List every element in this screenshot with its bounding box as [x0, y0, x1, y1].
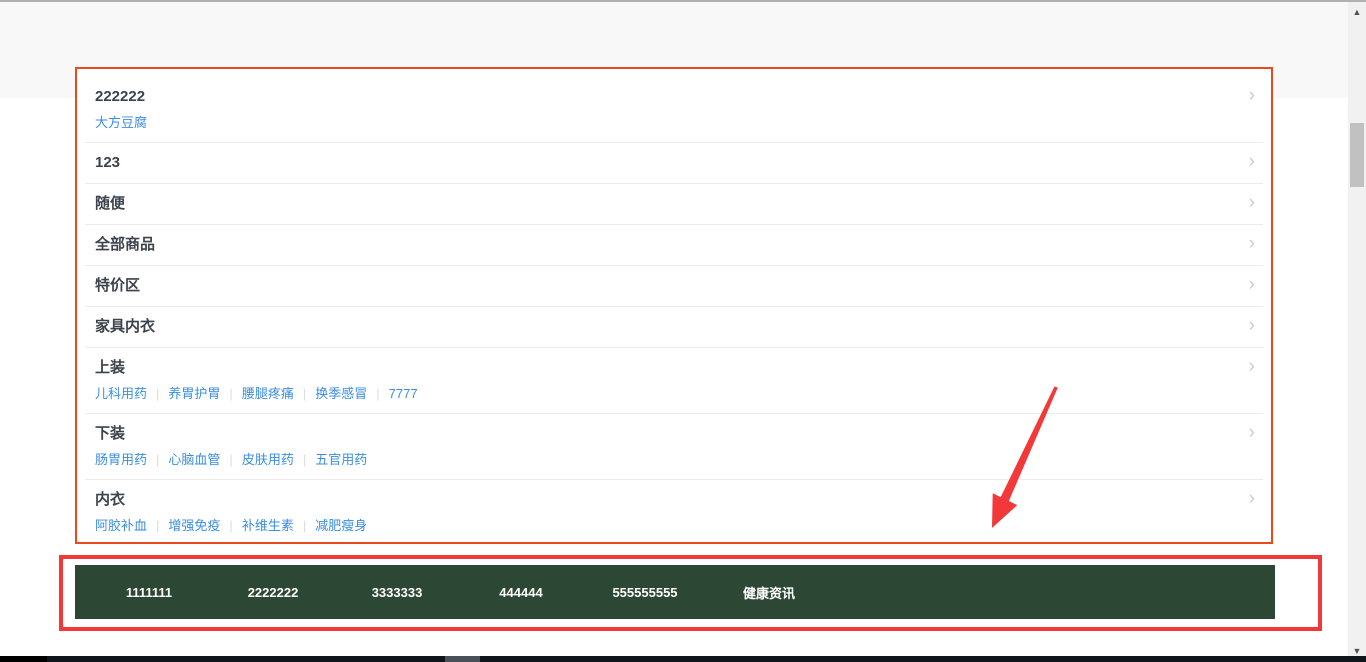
subcategory-link[interactable]: 养胃护胃: [168, 386, 220, 401]
page: 222222大方豆腐›123›随便›全部商品›特价区›家具内衣›上装儿科用药|养…: [0, 0, 1366, 662]
scroll-up-icon[interactable]: ▲: [1348, 4, 1366, 21]
category-title[interactable]: 随便: [95, 195, 1253, 213]
category-row[interactable]: 123›: [85, 143, 1263, 184]
category-row[interactable]: 内衣阿胶补血 | 增强免疫 | 补维生素 | 减肥瘦身 ›: [85, 480, 1263, 544]
footer-nav-item[interactable]: 444444: [459, 585, 583, 600]
category-row[interactable]: 家具内衣›: [85, 307, 1263, 348]
category-title[interactable]: 下装: [95, 425, 1253, 443]
category-row[interactable]: 222222 大方豆腐 ›: [85, 77, 1263, 143]
subcategory-link[interactable]: 儿科用药: [95, 386, 147, 401]
taskbar-edge-segment: [445, 656, 480, 662]
link-separator: |: [303, 386, 306, 401]
subcategory-link[interactable]: 心脑血管: [168, 452, 220, 467]
taskbar-edge-segment: [0, 656, 47, 662]
footer-nav-item[interactable]: 2222222: [211, 585, 335, 600]
subcategory-link[interactable]: 大方豆腐: [95, 115, 147, 130]
subcategory-link[interactable]: 增强免疫: [168, 518, 220, 533]
category-row[interactable]: 上装儿科用药 | 养胃护胃 | 腰腿疼痛 | 换季感冒 | 7777 ›: [85, 348, 1263, 414]
subcategory-links: 肠胃用药 | 心脑血管 | 皮肤用药 | 五官用药: [95, 452, 1253, 468]
category-title[interactable]: 222222: [95, 88, 1253, 106]
category-row[interactable]: 随便›: [85, 184, 1263, 225]
subcategory-links: 儿科用药 | 养胃护胃 | 腰腿疼痛 | 换季感冒 | 7777: [95, 386, 1253, 402]
category-title[interactable]: 全部商品: [95, 236, 1253, 254]
footer-nav: 111111122222223333333444444555555555健康资讯: [75, 565, 1275, 619]
category-title[interactable]: 家具内衣: [95, 318, 1253, 336]
chevron-right-icon: ›: [1249, 85, 1255, 107]
category-row[interactable]: 全部商品›: [85, 225, 1263, 266]
chevron-right-icon: ›: [1249, 192, 1255, 214]
subcategory-link[interactable]: 换季感冒: [315, 386, 367, 401]
subcategory-link[interactable]: 五官用药: [315, 452, 367, 467]
footer-nav-item[interactable]: 555555555: [583, 585, 707, 600]
link-separator: |: [229, 452, 232, 467]
category-row[interactable]: 下装肠胃用药 | 心脑血管 | 皮肤用药 | 五官用药 ›: [85, 414, 1263, 480]
link-separator: |: [156, 386, 159, 401]
subcategory-link[interactable]: 皮肤用药: [242, 452, 294, 467]
link-separator: |: [303, 518, 306, 533]
chevron-right-icon: ›: [1249, 488, 1255, 510]
link-separator: |: [156, 518, 159, 533]
link-separator: |: [303, 452, 306, 467]
footer-nav-item[interactable]: 1111111: [87, 585, 211, 600]
chevron-right-icon: ›: [1249, 233, 1255, 255]
link-separator: |: [229, 386, 232, 401]
chevron-right-icon: ›: [1249, 315, 1255, 337]
taskbar-edge: [0, 656, 1366, 662]
scrollbar[interactable]: ▲ ▼: [1348, 2, 1366, 662]
subcategory-link[interactable]: 肠胃用药: [95, 452, 147, 467]
subcategory-links: 阿胶补血 | 增强免疫 | 补维生素 | 减肥瘦身: [95, 518, 1253, 534]
category-panel: 222222大方豆腐›123›随便›全部商品›特价区›家具内衣›上装儿科用药|养…: [75, 67, 1273, 544]
scrollbar-thumb[interactable]: [1350, 123, 1364, 187]
subcategory-link[interactable]: 补维生素: [242, 518, 294, 533]
chevron-right-icon: ›: [1249, 151, 1255, 173]
category-title[interactable]: 内衣: [95, 491, 1253, 509]
link-separator: |: [156, 452, 159, 467]
chevron-right-icon: ›: [1249, 422, 1255, 444]
category-title[interactable]: 特价区: [95, 277, 1253, 295]
subcategory-link[interactable]: 7777: [389, 386, 418, 401]
subcategory-links: 大方豆腐: [95, 115, 1253, 131]
subcategory-link[interactable]: 腰腿疼痛: [242, 386, 294, 401]
subcategory-link[interactable]: 阿胶补血: [95, 518, 147, 533]
chevron-right-icon: ›: [1249, 356, 1255, 378]
subcategory-link[interactable]: 减肥瘦身: [315, 518, 367, 533]
link-separator: |: [229, 518, 232, 533]
footer-nav-item[interactable]: 健康资讯: [707, 583, 831, 602]
footer-nav-item[interactable]: 3333333: [335, 585, 459, 600]
category-row[interactable]: 特价区›: [85, 266, 1263, 307]
top-divider: [0, 0, 1366, 2]
category-title[interactable]: 上装: [95, 359, 1253, 377]
chevron-right-icon: ›: [1249, 274, 1255, 296]
category-title[interactable]: 123: [95, 154, 1253, 172]
link-separator: |: [376, 386, 379, 401]
category-list: 222222大方豆腐›123›随便›全部商品›特价区›家具内衣›上装儿科用药|养…: [77, 77, 1271, 544]
